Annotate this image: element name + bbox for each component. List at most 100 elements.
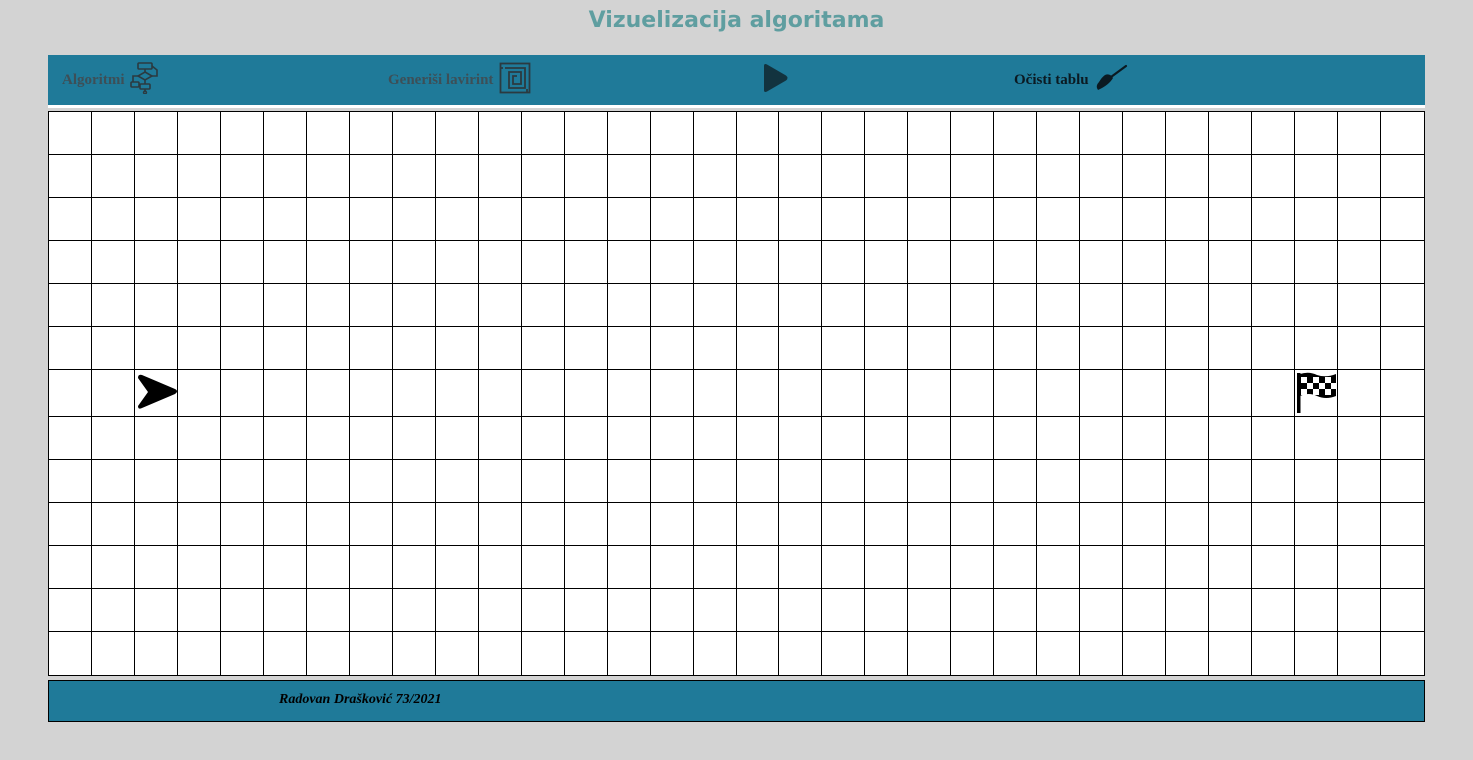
grid-cell[interactable]: [994, 112, 1038, 155]
grid-cell[interactable]: [435, 155, 479, 198]
grid-cell[interactable]: [650, 546, 694, 589]
grid-cell[interactable]: [392, 241, 436, 284]
grid-cell[interactable]: [1209, 327, 1253, 370]
grid-cell[interactable]: [1166, 198, 1210, 241]
grid-cell[interactable]: [1252, 632, 1296, 675]
grid-cell[interactable]: [392, 589, 436, 632]
grid-cell[interactable]: [994, 327, 1038, 370]
grid-cell[interactable]: [994, 284, 1038, 327]
grid-cell[interactable]: [134, 417, 178, 460]
grid-cell[interactable]: [822, 503, 866, 546]
grid-cell[interactable]: [263, 546, 307, 589]
grid-cell[interactable]: [736, 370, 780, 417]
grid-cell[interactable]: [1295, 284, 1339, 327]
grid-cell[interactable]: [1381, 198, 1424, 241]
grid-cell[interactable]: [1252, 241, 1296, 284]
grid-cell[interactable]: [1166, 370, 1210, 417]
grid-cell[interactable]: [478, 198, 522, 241]
grid-cell[interactable]: [865, 284, 909, 327]
grid-cell[interactable]: [1338, 589, 1382, 632]
grid-cell[interactable]: [908, 370, 952, 417]
grid-cell[interactable]: [49, 327, 92, 370]
grid-cell[interactable]: [1295, 198, 1339, 241]
grid-cell[interactable]: [392, 327, 436, 370]
grid-cell[interactable]: [822, 632, 866, 675]
grid-cell[interactable]: [951, 546, 995, 589]
grid-cell[interactable]: [1209, 460, 1253, 503]
grid-cell[interactable]: [177, 327, 221, 370]
grid-cell[interactable]: [994, 460, 1038, 503]
grid-cell[interactable]: [951, 460, 995, 503]
grid-cell[interactable]: [736, 284, 780, 327]
grid-cell[interactable]: [908, 198, 952, 241]
grid-cell[interactable]: [1037, 546, 1081, 589]
grid-cell[interactable]: [1295, 589, 1339, 632]
grid-cell[interactable]: [650, 417, 694, 460]
grid-cell[interactable]: [779, 460, 823, 503]
grid-cell[interactable]: [779, 284, 823, 327]
grid-cell[interactable]: [220, 370, 264, 417]
grid-cell[interactable]: [607, 155, 651, 198]
grid-cell[interactable]: [1037, 460, 1081, 503]
grid-cell[interactable]: [951, 589, 995, 632]
grid-cell[interactable]: [779, 112, 823, 155]
grid-cell[interactable]: [134, 155, 178, 198]
grid-cell[interactable]: [392, 112, 436, 155]
grid-cell[interactable]: [1123, 112, 1167, 155]
grid-cell[interactable]: [908, 155, 952, 198]
grid-cell[interactable]: [521, 546, 565, 589]
grid-cell[interactable]: [349, 284, 393, 327]
grid-cell[interactable]: [177, 112, 221, 155]
grid-cell[interactable]: [177, 241, 221, 284]
grid-cell[interactable]: [1295, 155, 1339, 198]
grid-cell[interactable]: [263, 417, 307, 460]
grid-cell[interactable]: [177, 460, 221, 503]
grid-cell[interactable]: [134, 284, 178, 327]
grid-cell[interactable]: [134, 589, 178, 632]
grid-cell[interactable]: [908, 241, 952, 284]
grid-cell[interactable]: [607, 589, 651, 632]
grid-cell[interactable]: [951, 503, 995, 546]
grid-cell[interactable]: [693, 112, 737, 155]
grid-cell[interactable]: [263, 589, 307, 632]
grid-cell[interactable]: [1123, 241, 1167, 284]
grid-cell[interactable]: [1295, 241, 1339, 284]
grid-cell[interactable]: [392, 284, 436, 327]
grid-cell[interactable]: [306, 546, 350, 589]
grid-cell[interactable]: [91, 417, 135, 460]
grid-cell[interactable]: [49, 284, 92, 327]
grid-cell[interactable]: [435, 546, 479, 589]
grid-cell[interactable]: [1037, 589, 1081, 632]
grid-cell[interactable]: [91, 284, 135, 327]
grid-cell[interactable]: [1080, 632, 1124, 675]
grid-cell[interactable]: [478, 546, 522, 589]
grid-cell[interactable]: [650, 198, 694, 241]
grid-cell[interactable]: [908, 589, 952, 632]
grid-cell[interactable]: [1209, 589, 1253, 632]
grid-cell[interactable]: [1252, 460, 1296, 503]
grid-cell[interactable]: [134, 327, 178, 370]
grid-cell[interactable]: [651, 632, 694, 675]
grid-cell[interactable]: [306, 460, 350, 503]
grid-cell[interactable]: [1080, 460, 1124, 503]
grid-cell[interactable]: [522, 632, 565, 675]
algorithms-menu-button[interactable]: Algoritmi: [62, 55, 160, 105]
grid-cell[interactable]: [865, 589, 909, 632]
grid-cell[interactable]: [994, 632, 1038, 675]
grid-cell[interactable]: [779, 155, 823, 198]
grid-cell[interactable]: [822, 417, 866, 460]
grid-cell[interactable]: [177, 370, 221, 417]
grid-cell[interactable]: [693, 284, 737, 327]
grid-cell[interactable]: [1338, 370, 1382, 417]
grid-cell[interactable]: [521, 284, 565, 327]
grid-cell[interactable]: [1295, 632, 1339, 675]
grid-cell[interactable]: [220, 155, 264, 198]
grid-cell[interactable]: [1381, 632, 1424, 675]
grid-cell[interactable]: [134, 460, 178, 503]
grid-cell[interactable]: [306, 327, 350, 370]
grid-cell[interactable]: [908, 460, 952, 503]
grid-cell[interactable]: [1252, 284, 1296, 327]
grid-cell[interactable]: [564, 155, 608, 198]
grid-cell[interactable]: [908, 284, 952, 327]
grid-cell[interactable]: [435, 370, 479, 417]
